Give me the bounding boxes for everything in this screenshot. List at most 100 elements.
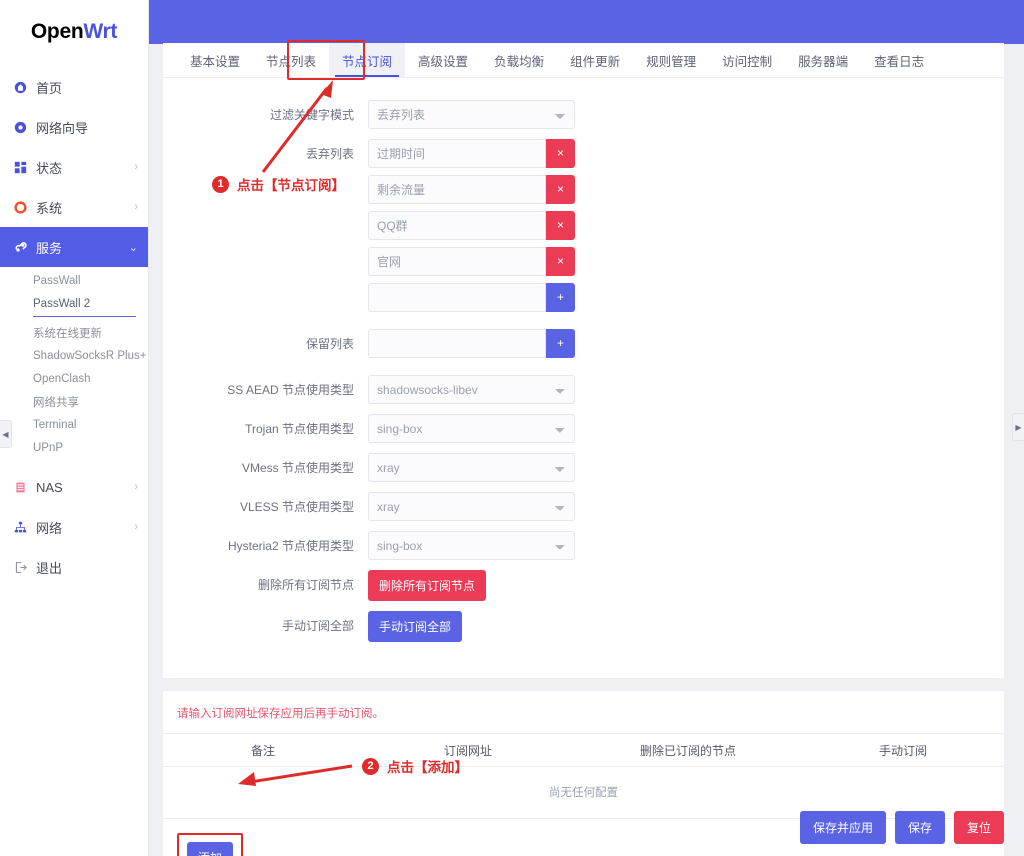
sidebar-item-network[interactable]: 网络 › [0, 507, 148, 547]
sidebar-subitem-terminal[interactable]: Terminal [0, 413, 148, 436]
node-type-select-1[interactable]: sing-box [368, 414, 575, 443]
sidebar-subitem-openclash[interactable]: OpenClash [0, 367, 148, 390]
logout-icon [14, 561, 36, 574]
discard-list-row: × [368, 139, 575, 168]
node-type-select-3[interactable]: xray [368, 492, 575, 521]
sidebar-subitem-passwall2[interactable]: PassWall 2 [0, 292, 148, 315]
sidebar-subitem-upnp[interactable]: UPnP [0, 436, 148, 459]
field-discard-list: 丢弃列表 × × × × + [163, 139, 1004, 319]
services-icon [14, 241, 36, 254]
sidebar-item-status[interactable]: 状态 › [0, 147, 148, 187]
tab-1[interactable]: 节点列表 [253, 43, 329, 77]
field-label: 删除所有订阅节点 [163, 570, 368, 593]
add-button-highlight: 添加 [177, 833, 243, 856]
keep-list-input[interactable] [368, 329, 546, 358]
sidebar-item-label: 首页 [36, 78, 138, 97]
sidebar-item-label: 网络 [36, 518, 134, 537]
discard-list-delete-button[interactable]: × [546, 175, 575, 204]
home-icon [14, 81, 36, 94]
tabs-card: 基本设置节点列表节点订阅高级设置负载均衡组件更新规则管理访问控制服务器端查看日志 [163, 43, 1004, 78]
field-label: Hysteria2 节点使用类型 [163, 531, 368, 554]
sidebar-item-services[interactable]: 服务 ⌄ [0, 227, 148, 267]
chevron-right-icon: › [134, 161, 138, 173]
sidebar-subnav: PassWall PassWall 2 系统在线更新 ShadowSocksR … [0, 267, 148, 459]
save-and-apply-button[interactable]: 保存并应用 [800, 811, 886, 844]
sidebar-item-logout[interactable]: 退出 [0, 547, 148, 587]
chevron-down-icon: ⌄ [129, 241, 138, 254]
field-label: VMess 节点使用类型 [163, 453, 368, 476]
field-node-type-2: VMess 节点使用类型xray [163, 453, 1004, 482]
field-label: 过滤关键字模式 [163, 100, 368, 123]
field-keep-list: 保留列表 + [163, 329, 1004, 365]
sidebar-subitem-online-update[interactable]: 系统在线更新 [0, 321, 148, 344]
save-button[interactable]: 保存 [895, 811, 945, 844]
chevron-right-icon: › [134, 521, 138, 533]
sidebar-item-home[interactable]: 首页 [0, 67, 148, 107]
discard-list-delete-button[interactable]: × [546, 247, 575, 276]
add-subscription-button[interactable]: 添加 [187, 842, 233, 856]
manual-subscribe-all-button[interactable]: 手动订阅全部 [368, 611, 462, 642]
field-delete-all-subs: 删除所有订阅节点 删除所有订阅节点 [163, 570, 1004, 601]
field-label: 保留列表 [163, 329, 368, 352]
brand-part-1: Open [31, 20, 83, 44]
tab-2[interactable]: 节点订阅 [329, 43, 405, 77]
sidebar-item-system[interactable]: 系统 › [0, 187, 148, 227]
discard-list-input[interactable] [368, 175, 546, 204]
status-icon [14, 161, 36, 174]
wizard-icon [14, 121, 36, 134]
app-root: OpenWrt 首页 网络向导 状态 [0, 0, 1024, 856]
chevron-right-icon: › [134, 201, 138, 213]
main-area: 基本设置节点列表节点订阅高级设置负载均衡组件更新规则管理访问控制服务器端查看日志… [149, 0, 1024, 856]
field-filter-mode: 过滤关键字模式 丢弃列表 [163, 100, 1004, 129]
field-node-type-3: VLESS 节点使用类型xray [163, 492, 1004, 521]
keep-list-add-button[interactable]: + [546, 329, 575, 358]
discard-list-row: × [368, 211, 575, 240]
table-header-cell: 删除已订阅的节点 [573, 742, 803, 759]
tab-9[interactable]: 查看日志 [861, 43, 937, 77]
settings-form: 过滤关键字模式 丢弃列表 丢弃列表 × × × × + 保留列表 [163, 78, 1004, 678]
tab-5[interactable]: 组件更新 [557, 43, 633, 77]
discard-list-new-input[interactable] [368, 283, 546, 312]
node-type-select-2[interactable]: xray [368, 453, 575, 482]
table-header-cell: 订阅网址 [363, 742, 573, 759]
top-header-bar [149, 0, 1024, 44]
discard-list-delete-button[interactable]: × [546, 211, 575, 240]
discard-list-input[interactable] [368, 211, 546, 240]
delete-all-subscriptions-button[interactable]: 删除所有订阅节点 [368, 570, 486, 601]
table-header-cell: 手动订阅 [803, 742, 1003, 759]
filter-mode-select[interactable]: 丢弃列表 [368, 100, 575, 129]
right-panel-collapse-toggle[interactable]: ▶ [1012, 413, 1024, 441]
sidebar-item-label: NAS [36, 480, 134, 495]
sidebar-collapse-toggle[interactable]: ◀ [0, 420, 12, 448]
sidebar-item-nas[interactable]: NAS › [0, 467, 148, 507]
tab-8[interactable]: 服务器端 [785, 43, 861, 77]
table-header-cell: 备注 [163, 742, 363, 759]
brand-logo: OpenWrt [0, 0, 148, 63]
field-label: 丢弃列表 [163, 139, 368, 162]
discard-list-input[interactable] [368, 139, 546, 168]
sidebar-item-label: 退出 [36, 558, 138, 577]
reset-button[interactable]: 复位 [954, 811, 1004, 844]
content-wrapper: 基本设置节点列表节点订阅高级设置负载均衡组件更新规则管理访问控制服务器端查看日志… [149, 43, 1024, 856]
discard-list-delete-button[interactable]: × [546, 139, 575, 168]
chevron-right-icon: › [134, 481, 138, 493]
system-icon [14, 201, 36, 214]
sidebar-item-label: 网络向导 [36, 118, 138, 137]
node-type-select-4[interactable]: sing-box [368, 531, 575, 560]
tab-7[interactable]: 访问控制 [709, 43, 785, 77]
field-label: 手动订阅全部 [163, 611, 368, 634]
sidebar-subitem-passwall[interactable]: PassWall [0, 269, 148, 292]
tab-3[interactable]: 高级设置 [405, 43, 481, 77]
discard-list-add-button[interactable]: + [546, 283, 575, 312]
node-type-rows: SS AEAD 节点使用类型shadowsocks-libevTrojan 节点… [163, 375, 1004, 560]
sidebar-subitem-ssr-plus[interactable]: ShadowSocksR Plus+ [0, 344, 148, 367]
tab-6[interactable]: 规则管理 [633, 43, 709, 77]
tab-0[interactable]: 基本设置 [177, 43, 253, 77]
discard-list-input[interactable] [368, 247, 546, 276]
tab-4[interactable]: 负载均衡 [481, 43, 557, 77]
subscription-warning-text: 请输入订阅网址保存应用后再手动订阅。 [163, 691, 1004, 733]
footer-actions: 保存并应用 保存 复位 [800, 811, 1004, 844]
node-type-select-0[interactable]: shadowsocks-libev [368, 375, 575, 404]
sidebar-item-wizard[interactable]: 网络向导 [0, 107, 148, 147]
sidebar-subitem-network-share[interactable]: 网络共享 [0, 390, 148, 413]
